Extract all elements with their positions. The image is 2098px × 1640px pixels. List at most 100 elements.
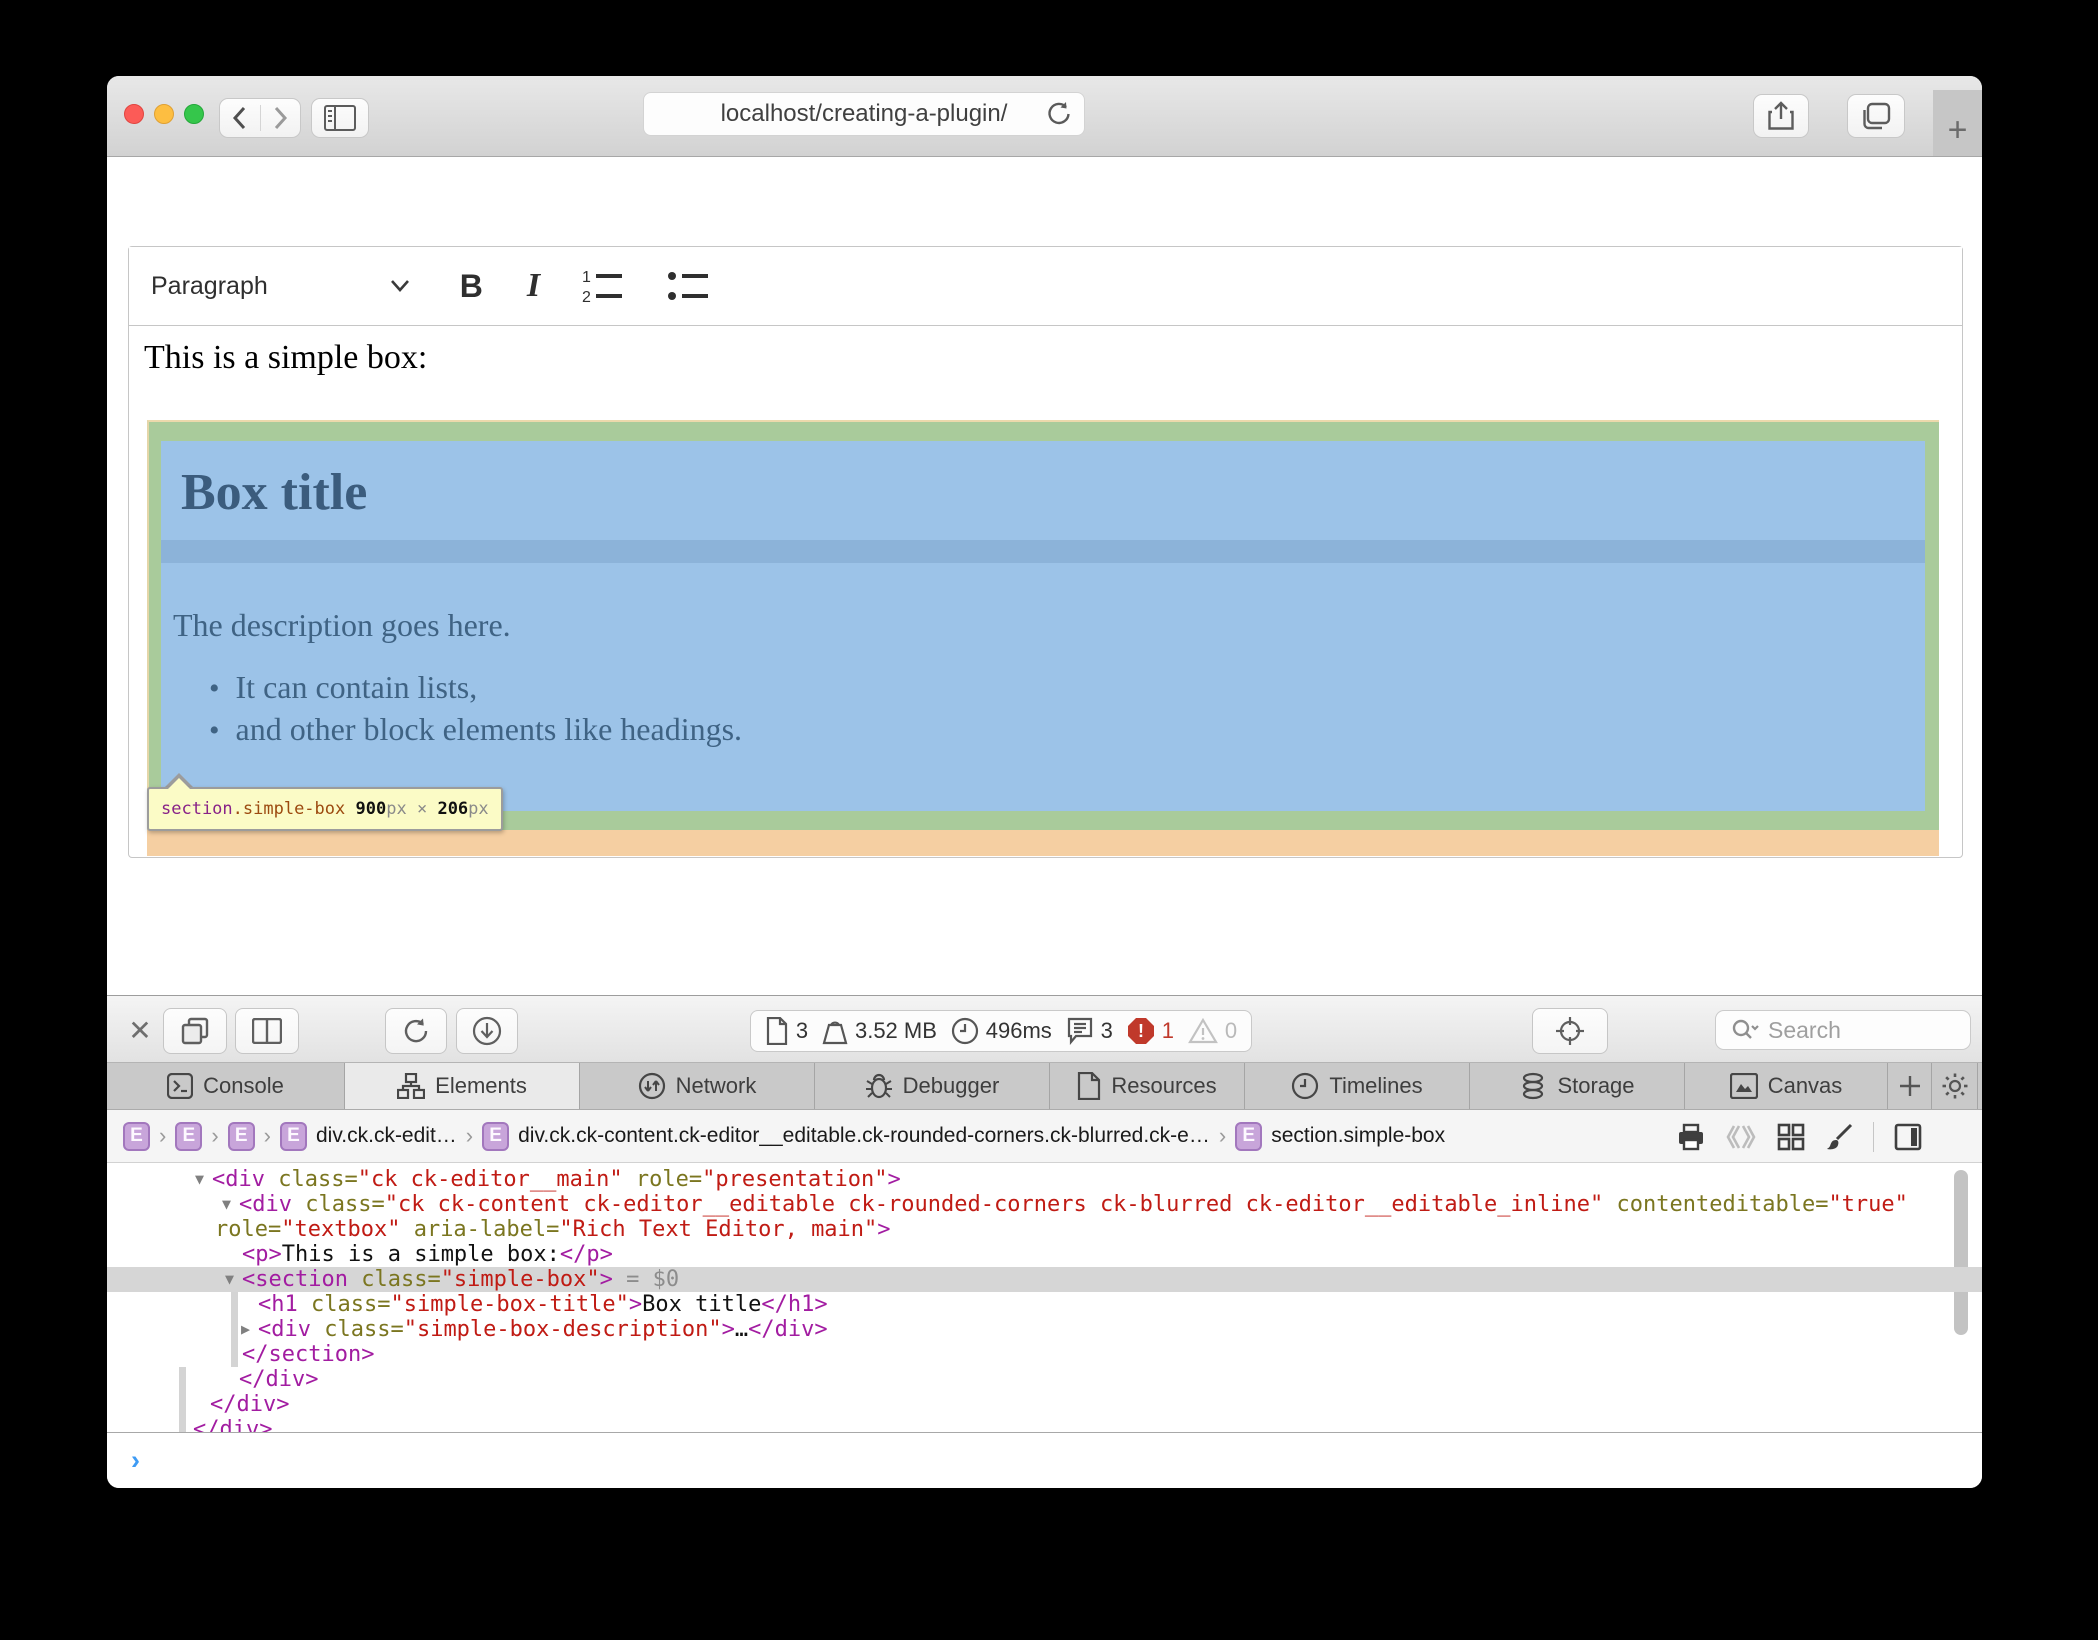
chevron-down-icon[interactable]	[388, 278, 412, 294]
printer-icon[interactable]	[1677, 1123, 1705, 1151]
intro-paragraph: This is a simple box:	[144, 339, 427, 377]
code-token-meta: = $0	[613, 1267, 679, 1292]
resource-stats-bar[interactable]: 3 3.52 MB 496ms 3 !1 0	[750, 1010, 1252, 1052]
chevron-right-icon: ›	[159, 1123, 166, 1149]
stat-document[interactable]: 3	[765, 1017, 808, 1045]
disclosure-open-icon[interactable]: ▼	[222, 1192, 231, 1217]
browser-titlebar: localhost/creating-a-plugin/ +	[107, 76, 1982, 157]
clock-icon	[951, 1017, 979, 1045]
search-input[interactable]: Search	[1715, 1010, 1971, 1050]
tab-label: Resources	[1111, 1073, 1216, 1099]
box-list: It can contain lists, and other block el…	[209, 667, 742, 751]
reload-icon[interactable]	[1046, 101, 1072, 127]
zoom-traffic-light[interactable]	[184, 104, 204, 124]
dom-breadcrumb: E›E›E›Ediv.ck.ck-edit…›Ediv.ck.ck-conten…	[107, 1110, 1982, 1163]
plus-icon	[1898, 1074, 1922, 1098]
grid-icon[interactable]	[1777, 1123, 1805, 1151]
panel-icon[interactable]	[1894, 1123, 1922, 1151]
dock-button[interactable]	[163, 1008, 227, 1054]
tab-timelines[interactable]: Timelines	[1245, 1063, 1470, 1109]
code-token-tag: <div	[239, 1192, 292, 1217]
sidebar-button[interactable]	[311, 98, 369, 138]
editable-area[interactable]: This is a simple box: Box title The desc…	[129, 325, 1962, 857]
numbered-list-button[interactable]: 12	[580, 266, 626, 306]
breadcrumb-item-section[interactable]: Esection.simple-box	[1235, 1122, 1445, 1151]
tab-storage[interactable]: Storage	[1470, 1063, 1685, 1109]
close-traffic-light[interactable]	[124, 104, 144, 124]
element-picker-button[interactable]	[1532, 1008, 1608, 1054]
disclosure-open-icon[interactable]: ▼	[225, 1267, 234, 1292]
indent-guide	[231, 1292, 238, 1367]
breadcrumb-item-div[interactable]: Ediv.ck.ck-edit…	[280, 1122, 457, 1151]
code-token-val: "presentation"	[702, 1167, 887, 1192]
tab-debugger[interactable]: Debugger	[815, 1063, 1050, 1109]
web-inspector: ✕ 33.52 MB496m	[107, 995, 1982, 1488]
breadcrumb-item[interactable]: E	[123, 1122, 150, 1151]
breadcrumb-item-div[interactable]: Ediv.ck.ck-content.ck-editor__editable.c…	[482, 1122, 1210, 1151]
tab-settings[interactable]	[1932, 1063, 1978, 1109]
element-badge: E	[280, 1122, 307, 1151]
disclosure-open-icon[interactable]: ▼	[195, 1167, 204, 1192]
code-token-attr: class=	[311, 1317, 404, 1342]
code-brackets-icon[interactable]	[1725, 1123, 1757, 1151]
brush-icon[interactable]	[1825, 1123, 1853, 1151]
dom-tree-node[interactable]: <p>This is a simple box:</p>	[242, 1242, 613, 1267]
tab-canvas[interactable]: Canvas	[1685, 1063, 1888, 1109]
breadcrumb-item[interactable]: E	[175, 1122, 202, 1151]
tab-console[interactable]: Console	[107, 1063, 345, 1109]
tab-label: Storage	[1557, 1073, 1634, 1099]
code-token-val: "simple-box"	[441, 1267, 600, 1292]
web-page: Paragraph B I 12 This is a simple box:	[107, 157, 1982, 995]
warning-icon	[1188, 1018, 1218, 1044]
code-token-attr: role=	[215, 1217, 281, 1242]
canvas-icon	[1730, 1073, 1758, 1099]
download-button[interactable]	[456, 1008, 518, 1054]
breadcrumb-label: section.simple-box	[1271, 1124, 1445, 1148]
tab-new-panel[interactable]	[1888, 1063, 1932, 1109]
dom-tree-node[interactable]: </div>	[193, 1417, 272, 1432]
dom-tree-node[interactable]: </div>	[239, 1367, 318, 1392]
dom-tree-node[interactable]: ▼<div class="ck ck-content ck-editor__ed…	[239, 1192, 1908, 1217]
prompt-chevron-icon: ›	[131, 1445, 140, 1476]
code-token-tag: >	[722, 1317, 735, 1342]
tab-network[interactable]: Network	[580, 1063, 815, 1109]
dom-tree-node[interactable]: <h1 class="simple-box-title">Box title</…	[258, 1292, 828, 1317]
code-token-val: "textbox"	[281, 1217, 400, 1242]
tab-resources[interactable]: Resources	[1050, 1063, 1245, 1109]
stat-clock[interactable]: 496ms	[951, 1017, 1052, 1045]
tab-label: Canvas	[1768, 1073, 1843, 1099]
breadcrumb-item[interactable]: E	[228, 1122, 255, 1151]
stat-warning[interactable]: 0	[1188, 1018, 1237, 1044]
stat-bubble[interactable]: 3	[1066, 1017, 1113, 1045]
bulleted-list-button[interactable]	[666, 266, 712, 306]
dom-tree-node[interactable]: ▼<div class="ck ck-editor__main" role="p…	[212, 1167, 901, 1192]
dom-tree-node[interactable]: ▶<div class="simple-box-description">…</…	[258, 1317, 828, 1342]
back-button[interactable]	[220, 105, 261, 131]
url-field[interactable]: localhost/creating-a-plugin/	[643, 92, 1085, 136]
debugger-icon	[865, 1072, 893, 1100]
italic-button[interactable]: I	[527, 267, 540, 305]
reload-page-button[interactable]	[385, 1008, 447, 1054]
paragraph-dropdown[interactable]: Paragraph	[151, 272, 268, 301]
tab-elements[interactable]: Elements	[345, 1063, 580, 1109]
dom-tree-node[interactable]: role="textbox" aria-label="Rich Text Edi…	[215, 1217, 891, 1242]
stat-weight[interactable]: 3.52 MB	[822, 1017, 937, 1045]
tab-overview-button[interactable]	[1847, 94, 1905, 138]
dom-tree-node[interactable]: ▼<section class="simple-box"> = $0	[242, 1267, 679, 1292]
share-button[interactable]	[1753, 94, 1809, 138]
code-token-tag: >	[600, 1267, 613, 1292]
forward-button[interactable]	[261, 105, 301, 131]
split-view-button[interactable]	[235, 1008, 299, 1054]
new-tab-button[interactable]: +	[1933, 90, 1982, 156]
bold-button[interactable]: B	[460, 268, 483, 305]
inspector-tab-bar: ConsoleElementsNetworkDebugger Resources T…	[107, 1063, 1982, 1110]
minimize-traffic-light[interactable]	[154, 104, 174, 124]
dom-tree-node[interactable]: </div>	[210, 1392, 289, 1417]
dom-tree-node[interactable]: </section>	[242, 1342, 374, 1367]
stat-error[interactable]: !1	[1127, 1017, 1174, 1045]
console-prompt[interactable]: ›	[107, 1432, 1982, 1488]
close-inspector-button[interactable]: ✕	[123, 1010, 157, 1050]
weight-icon	[822, 1017, 848, 1045]
disclosure-closed-icon[interactable]: ▶	[241, 1317, 250, 1342]
scrollbar-thumb[interactable]	[1954, 1170, 1968, 1335]
